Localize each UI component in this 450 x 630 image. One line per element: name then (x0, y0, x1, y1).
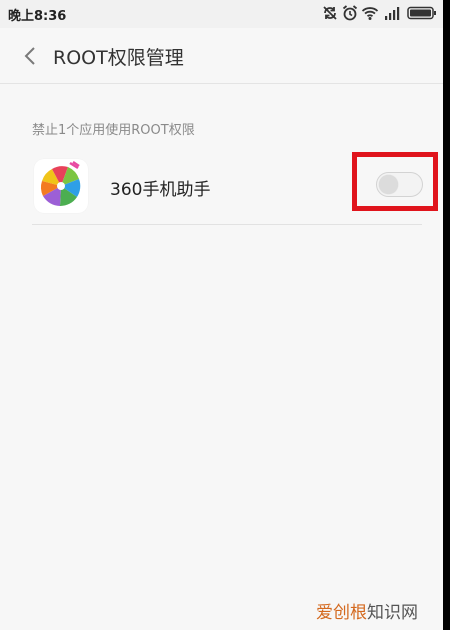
watermark: 爱创根知识网 (316, 598, 418, 623)
page-title: ROOT权限管理 (53, 47, 184, 69)
wifi-icon (361, 7, 379, 20)
toggle-knob (379, 175, 398, 194)
section-label: 禁止1个应用使用ROOT权限 (32, 123, 195, 138)
battery-icon (407, 6, 436, 20)
watermark-suffix: 知识网 (367, 603, 418, 623)
watermark-brand: 爱创根 (316, 603, 367, 623)
sync-off-icon (323, 6, 337, 20)
app-name: 360手机助手 (110, 180, 211, 200)
chevron-left-icon (24, 47, 35, 65)
back-button[interactable] (16, 42, 44, 70)
root-permission-toggle[interactable] (376, 172, 423, 197)
signal-icon (385, 7, 400, 20)
status-bar: 晚上8:36 (0, 0, 443, 28)
alarm-icon (342, 5, 358, 21)
360-assistant-app-icon (34, 159, 88, 213)
header-bar: ROOT权限管理 (0, 28, 443, 84)
status-time: 晚上8:36 (8, 9, 67, 24)
phone-screen: 晚上8:36 ROOT权限管理 禁止1个应用使用ROOT权限 360手机助手 爱… (0, 0, 443, 630)
